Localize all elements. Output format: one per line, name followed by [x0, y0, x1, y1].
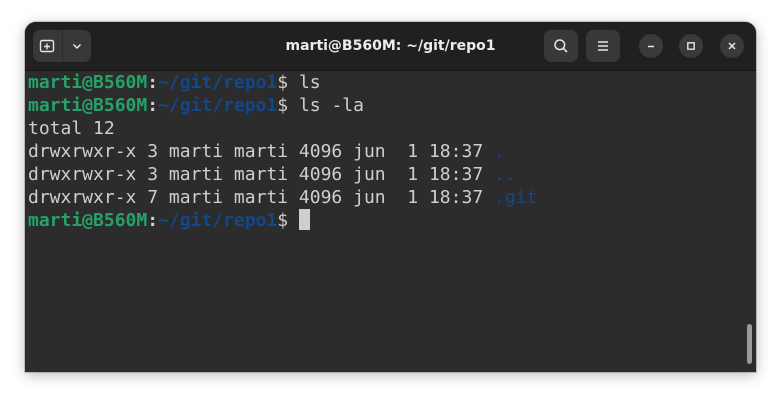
hamburger-menu-icon	[598, 41, 608, 51]
terminal-line-listing: drwxrwxr-x 3 marti marti 4096 jun 1 18:3…	[28, 140, 537, 163]
prompt-symbol: $	[277, 210, 289, 231]
close-icon	[728, 42, 736, 50]
chevron-down-icon	[72, 43, 81, 50]
prompt-user-host: marti@B560M	[28, 72, 148, 93]
prompt-colon: :	[147, 95, 159, 116]
new-tab-button[interactable]	[33, 30, 62, 62]
listing-directory-name: .	[494, 141, 505, 162]
command-text: ls	[288, 72, 321, 93]
new-tab-button-group	[33, 30, 91, 62]
terminal-line-command: marti@B560M:~/git/repo1$ ls -la	[28, 94, 537, 117]
close-button[interactable]	[720, 34, 744, 58]
scrollbar[interactable]	[747, 324, 752, 364]
header-bar: marti@B560M: ~/git/repo1	[25, 22, 756, 71]
terminal-line-command: marti@B560M:~/git/repo1$ ls	[28, 71, 537, 94]
prompt-user-host: marti@B560M	[28, 210, 148, 231]
prompt-colon: :	[147, 210, 159, 231]
search-icon	[554, 39, 568, 53]
prompt-path: ~/git/repo1	[158, 72, 278, 93]
new-tab-icon	[40, 39, 55, 53]
maximize-icon	[687, 42, 695, 50]
listing-details: drwxrwxr-x 7 marti marti 4096 jun 1 18:3…	[28, 187, 494, 208]
main-menu-button[interactable]	[586, 30, 620, 62]
terminal-line-prompt: marti@B560M:~/git/repo1$	[28, 209, 537, 232]
command-text	[288, 210, 299, 231]
text-cursor	[298, 209, 310, 230]
terminal-output-area[interactable]: marti@B560M:~/git/repo1$ ls marti@B560M:…	[25, 71, 756, 372]
terminal-line-total: total 12	[28, 118, 115, 139]
command-text: ls -la	[288, 95, 364, 116]
maximize-button[interactable]	[679, 34, 703, 58]
prompt-symbol: $	[277, 72, 289, 93]
terminal-line-listing: drwxrwxr-x 3 marti marti 4096 jun 1 18:3…	[28, 163, 537, 186]
terminal-line-listing: drwxrwxr-x 7 marti marti 4096 jun 1 18:3…	[28, 186, 537, 209]
minimize-button[interactable]	[639, 34, 663, 58]
minimize-icon	[648, 45, 654, 48]
prompt-path: ~/git/repo1	[158, 95, 278, 116]
listing-details: drwxrwxr-x 3 marti marti 4096 jun 1 18:3…	[28, 141, 494, 162]
listing-directory-name: .git	[494, 187, 538, 208]
terminal-window: marti@B560M: ~/git/repo1 marti@B560M:~/g…	[25, 22, 756, 372]
tab-menu-dropdown-button[interactable]	[61, 30, 92, 62]
prompt-colon: :	[147, 72, 159, 93]
prompt-path: ~/git/repo1	[158, 210, 278, 231]
listing-details: drwxrwxr-x 3 marti marti 4096 jun 1 18:3…	[28, 164, 494, 185]
prompt-user-host: marti@B560M	[28, 95, 148, 116]
prompt-symbol: $	[277, 95, 289, 116]
search-button[interactable]	[544, 30, 578, 62]
listing-directory-name: ..	[494, 164, 516, 185]
